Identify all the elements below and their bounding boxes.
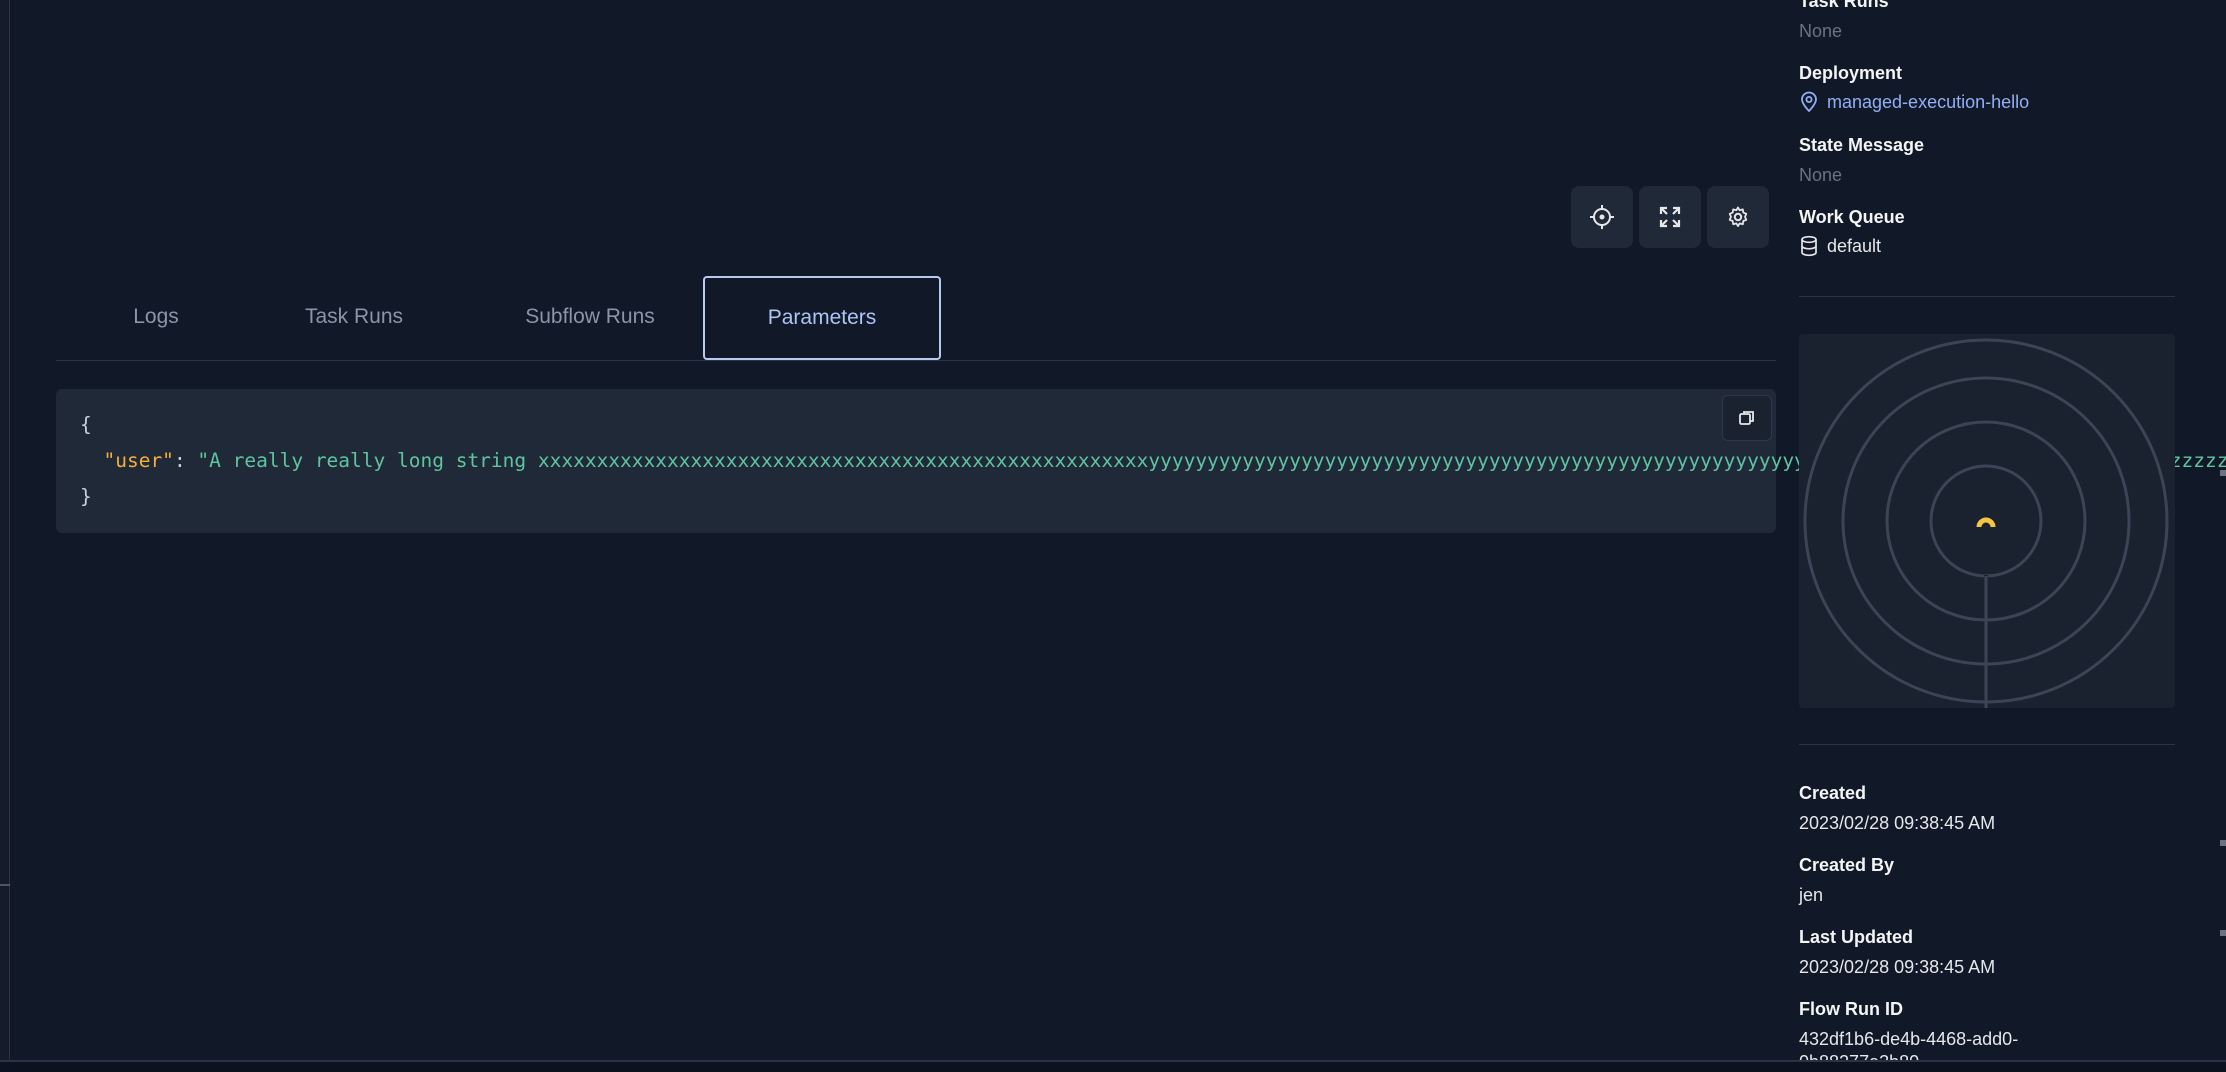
flow-run-id-label: Flow Run ID: [1799, 999, 1903, 1019]
work-queue-link[interactable]: default: [1799, 235, 1881, 257]
tab-parameters[interactable]: Parameters: [703, 276, 941, 360]
flow-run-id-line-1: 432df1b6-de4b-4468-add0-: [1799, 1029, 2019, 1049]
section-divider: [1799, 296, 2175, 297]
task-runs-label: Task Runs: [1799, 0, 1889, 11]
created-label: Created: [1799, 783, 1867, 803]
expand-icon: [1659, 206, 1681, 228]
parameters-json-viewer: { "user": "A really really long string x…: [56, 389, 2226, 533]
tab-subflow-runs[interactable]: Subflow Runs: [490, 276, 690, 358]
section-divider: [1799, 744, 2175, 745]
database-icon: [1801, 235, 1817, 257]
graph-toolbar: [1571, 186, 1769, 248]
json-open-brace: {: [80, 413, 92, 436]
recenter-button[interactable]: [1571, 186, 1633, 248]
created-by-value: jen: [1799, 885, 1824, 905]
run-tabs: Logs Task Runs Subflow Runs Parameters: [56, 276, 1776, 361]
run-details-panel: Task Runs None Deployment managed-execut…: [1799, 0, 2199, 1072]
copy-button[interactable]: [1722, 395, 1772, 441]
deployment-label: Deployment: [1799, 63, 1903, 83]
radar-graphic: [1803, 338, 2169, 708]
crosshair-icon: [1590, 205, 1614, 229]
work-queue-name: default: [1827, 235, 1882, 256]
gear-icon: [1728, 206, 1748, 227]
copy-icon: [1739, 411, 1754, 425]
task-runs-value: None: [1799, 21, 1843, 41]
flow-run-radar[interactable]: [1799, 334, 2175, 708]
work-queue-label: Work Queue: [1799, 207, 1905, 227]
last-updated-value: 2023/02/28 09:38:45 AM: [1799, 957, 1996, 977]
app-root: Logs Task Runs Subflow Runs Parameters {…: [0, 0, 2226, 1072]
bottom-edge: [0, 1060, 2226, 1072]
created-by-label: Created By: [1799, 855, 1895, 875]
json-close-brace: }: [80, 485, 92, 508]
left-edge-marker: [0, 884, 10, 886]
right-edge-marker: [2220, 470, 2226, 476]
tab-logs[interactable]: Logs: [100, 276, 212, 358]
state-message-label: State Message: [1799, 135, 1925, 155]
location-pin-icon: [1801, 91, 1817, 113]
right-edge-marker: [2220, 930, 2226, 936]
json-key: "user": [103, 449, 174, 472]
right-edge-marker: [2220, 840, 2226, 846]
tab-task-runs[interactable]: Task Runs: [274, 276, 434, 358]
state-message-value: None: [1799, 165, 1843, 185]
created-value: 2023/02/28 09:38:45 AM: [1799, 813, 1996, 833]
fullscreen-button[interactable]: [1639, 186, 1701, 248]
last-updated-label: Last Updated: [1799, 927, 1914, 947]
deployment-link[interactable]: managed-execution-hello: [1799, 91, 2029, 113]
settings-button[interactable]: [1707, 186, 1769, 248]
json-colon: :: [173, 449, 198, 472]
left-sidebar-edge: [0, 0, 10, 1062]
deployment-name: managed-execution-hello: [1827, 91, 2030, 112]
